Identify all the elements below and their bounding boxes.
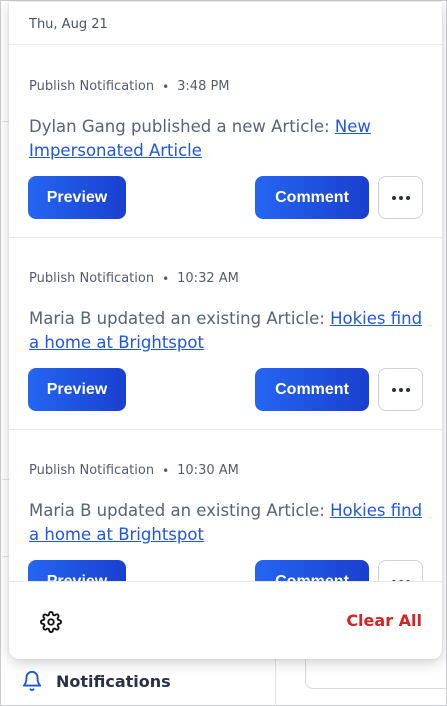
- notification-message: Dylan Gang published a new Article: New …: [29, 115, 424, 163]
- background-divider: [2, 479, 9, 480]
- background-divider: [2, 121, 9, 122]
- popover-footer: Clear All: [9, 581, 442, 659]
- gear-icon[interactable]: [40, 611, 62, 633]
- ellipsis-icon: [391, 387, 396, 392]
- date-header: Thu, Aug 21: [9, 2, 442, 45]
- notification-meta: Publish Notification • 3:48 PM: [29, 79, 230, 94]
- app-window: Notifications Thu, Aug 21 Publish Notifi…: [0, 0, 447, 706]
- notification-card: Publish Notification • 3:48 PM Dylan Gan…: [9, 46, 442, 238]
- separator-dot: •: [162, 463, 170, 478]
- bell-icon: [22, 671, 42, 692]
- notification-type: Publish Notification: [29, 463, 155, 478]
- sidebar-item-label: Notifications: [56, 671, 171, 691]
- more-options-button[interactable]: [378, 560, 423, 581]
- notification-meta: Publish Notification • 10:30 AM: [29, 463, 239, 478]
- notifications-list[interactable]: Publish Notification • 3:48 PM Dylan Gan…: [9, 46, 442, 581]
- ellipsis-icon: [391, 195, 396, 200]
- clear-all-button[interactable]: Clear All: [346, 611, 422, 630]
- preview-button[interactable]: Preview: [28, 368, 126, 411]
- notification-time: 10:32 AM: [177, 271, 239, 286]
- sidebar-item-notifications[interactable]: Notifications: [21, 666, 171, 696]
- notification-message: Maria B updated an existing Article: Hok…: [29, 307, 424, 355]
- more-options-button[interactable]: [378, 176, 423, 219]
- comment-button[interactable]: Comment: [255, 560, 369, 581]
- comment-button[interactable]: Comment: [255, 176, 369, 219]
- notification-text: Dylan Gang published a new Article:: [29, 117, 335, 136]
- preview-button[interactable]: Preview: [28, 176, 126, 219]
- comment-button[interactable]: Comment: [255, 368, 369, 411]
- notification-text: Maria B updated an existing Article:: [29, 309, 331, 328]
- separator-dot: •: [162, 271, 170, 286]
- notification-text: Maria B updated an existing Article:: [29, 501, 331, 520]
- more-options-button[interactable]: [378, 368, 423, 411]
- notifications-popover: Thu, Aug 21 Publish Notification • 3:48 …: [9, 2, 442, 659]
- background-divider: [2, 556, 9, 557]
- notification-message: Maria B updated an existing Article: Hok…: [29, 499, 424, 547]
- notification-time: 3:48 PM: [177, 79, 230, 94]
- notification-card: Publish Notification • 10:32 AM Maria B …: [9, 238, 442, 430]
- notification-meta: Publish Notification • 10:32 AM: [29, 271, 239, 286]
- notification-card: Publish Notification • 10:30 AM Maria B …: [9, 430, 442, 581]
- preview-button[interactable]: Preview: [28, 560, 126, 581]
- separator-dot: •: [162, 79, 170, 94]
- notification-type: Publish Notification: [29, 79, 155, 94]
- notification-type: Publish Notification: [29, 271, 155, 286]
- notification-time: 10:30 AM: [177, 463, 239, 478]
